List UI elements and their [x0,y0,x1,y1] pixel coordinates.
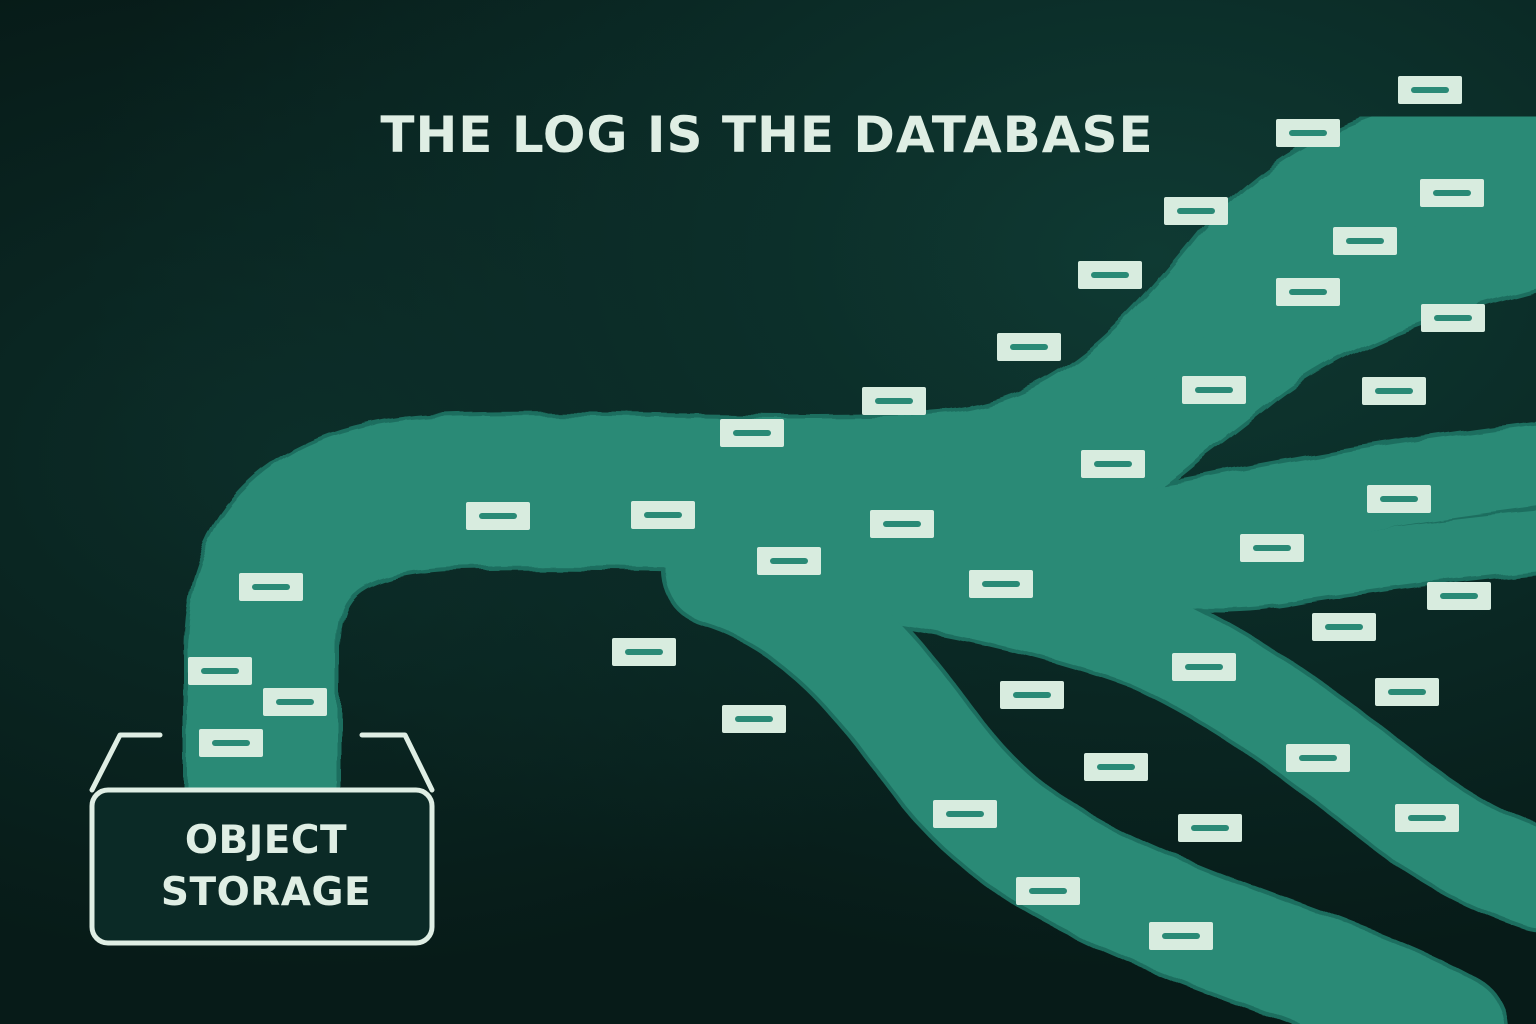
log-record-icon [188,657,252,685]
log-record-mark [1299,755,1337,761]
log-record-icon [1016,877,1080,905]
log-record-icon [1362,377,1426,405]
log-record-mark [1289,130,1327,136]
log-record-mark [1434,315,1472,321]
log-record-icon [1312,613,1376,641]
log-record-mark [1091,272,1129,278]
log-record-icon [1276,119,1340,147]
log-record-icon [933,800,997,828]
log-record-mark [883,521,921,527]
log-record-mark [1346,238,1384,244]
log-record-icon [997,333,1061,361]
log-record-icon [1420,179,1484,207]
log-record-icon [757,547,821,575]
log-record-icon [466,502,530,530]
log-record-mark [625,649,663,655]
bucket-body [89,787,435,946]
log-record-mark [875,398,913,404]
log-record-icon [1240,534,1304,562]
log-record-mark [1325,624,1363,630]
log-record-icon [1276,278,1340,306]
log-record-mark [1253,545,1291,551]
log-record-mark [982,581,1020,587]
log-record-mark [1177,208,1215,214]
log-record-mark [1010,344,1048,350]
log-record-mark [1097,764,1135,770]
log-database-illustration: OBJECT STORAGE THE LOG IS THE DATABASE [0,0,1536,1024]
log-record-mark [735,716,773,722]
log-record-mark [946,811,984,817]
log-record-icon [1398,76,1462,104]
log-record-mark [1440,593,1478,599]
log-record-icon [1286,744,1350,772]
log-record-icon [1395,804,1459,832]
log-record-icon [1172,653,1236,681]
log-record-mark [1013,692,1051,698]
log-record-icon [1081,450,1145,478]
log-record-mark [1380,496,1418,502]
log-record-mark [1433,190,1471,196]
storage-label-line2: STORAGE [161,870,371,915]
log-record-mark [644,512,682,518]
log-record-mark [1388,689,1426,695]
log-record-icon [1375,678,1439,706]
log-record-icon [1084,753,1148,781]
log-record-mark [1289,289,1327,295]
log-record-icon [199,729,263,757]
log-record-mark [1191,825,1229,831]
log-record-mark [201,668,239,674]
log-record-icon [1367,485,1431,513]
log-record-mark [1408,815,1446,821]
log-record-mark [1029,888,1067,894]
log-record-icon [1078,261,1142,289]
log-record-icon [1421,304,1485,332]
log-record-icon [720,419,784,447]
log-record-icon [1182,376,1246,404]
log-record-mark [1094,461,1132,467]
log-record-icon [239,573,303,601]
illustration-canvas: OBJECT STORAGE THE LOG IS THE DATABASE [0,0,1536,1024]
log-record-icon [1178,814,1242,842]
log-record-mark [479,513,517,519]
log-record-icon [1000,681,1064,709]
log-record-mark [1195,387,1233,393]
log-record-icon [969,570,1033,598]
log-record-icon [263,688,327,716]
log-record-mark [770,558,808,564]
page-title: THE LOG IS THE DATABASE [380,106,1153,164]
log-record-icon [1427,582,1491,610]
log-record-icon [1333,227,1397,255]
log-record-icon [1164,197,1228,225]
storage-label-line1: OBJECT [185,818,347,863]
log-record-icon [631,501,695,529]
log-record-mark [252,584,290,590]
log-record-icon [870,510,934,538]
log-record-mark [1411,87,1449,93]
log-record-mark [733,430,771,436]
log-record-mark [1162,933,1200,939]
log-record-icon [862,387,926,415]
log-record-mark [212,740,250,746]
log-record-icon [722,705,786,733]
log-record-mark [1375,388,1413,394]
log-record-mark [276,699,314,705]
log-record-icon [612,638,676,666]
log-record-icon [1149,922,1213,950]
log-record-mark [1185,664,1223,670]
